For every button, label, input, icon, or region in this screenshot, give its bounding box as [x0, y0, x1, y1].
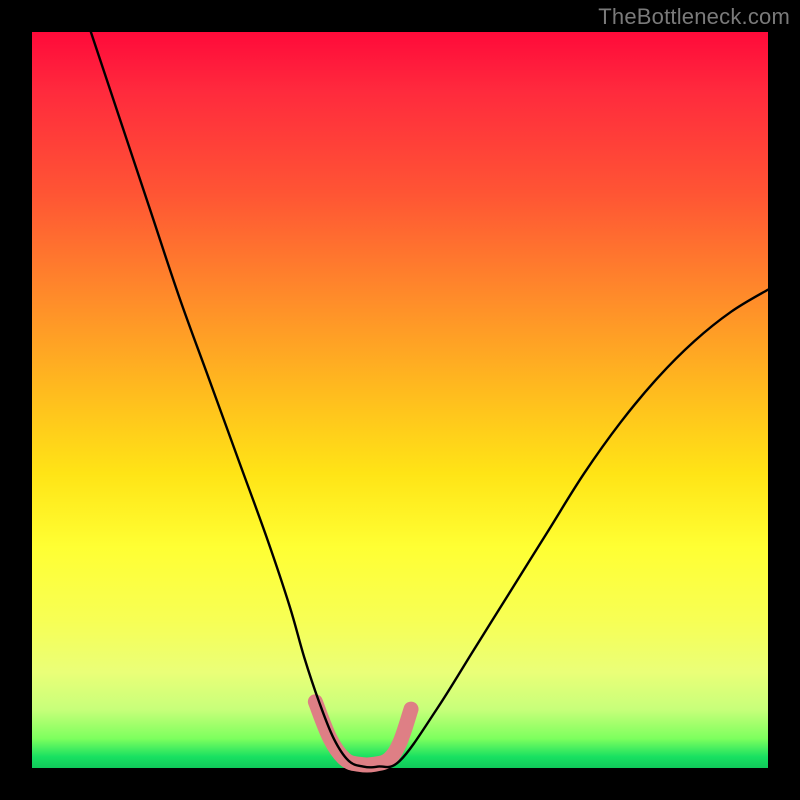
bottleneck-curve: [91, 32, 768, 767]
plot-area: [32, 32, 768, 768]
chart-frame: TheBottleneck.com: [0, 0, 800, 800]
watermark-text: TheBottleneck.com: [598, 4, 790, 30]
optimal-band-marker: [315, 702, 411, 765]
curve-layer: [32, 32, 768, 768]
